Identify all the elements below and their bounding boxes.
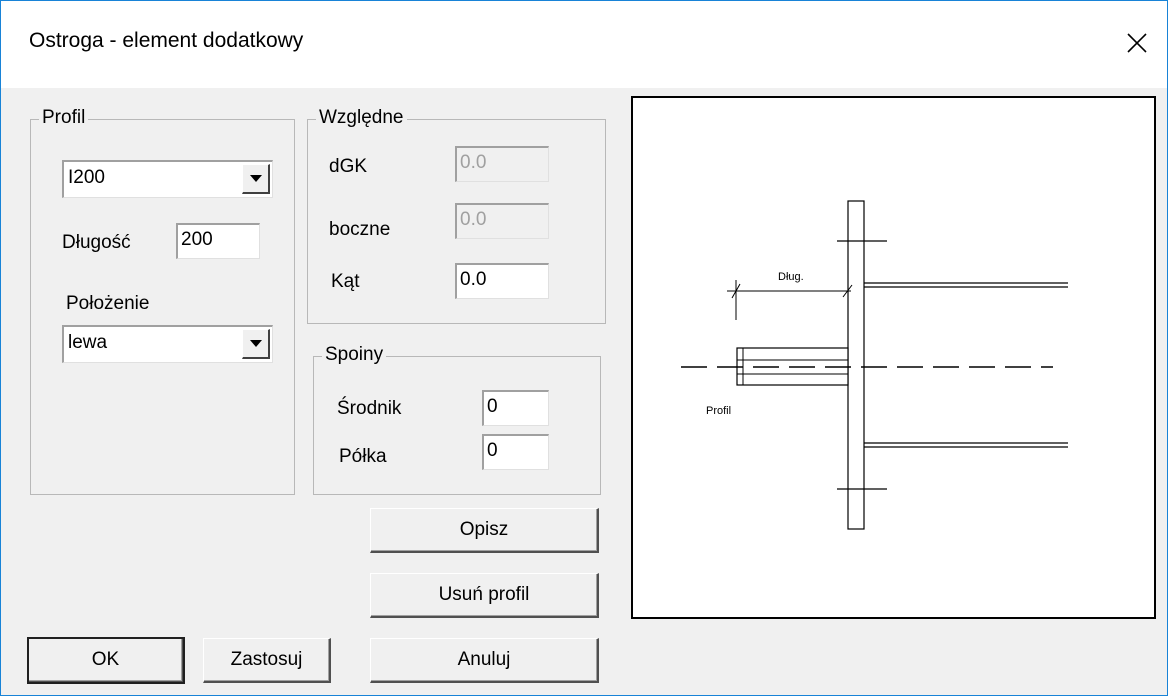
column-plate [847, 200, 865, 530]
dgk-input: 0.0 [455, 146, 549, 182]
kat-input[interactable]: 0.0 [455, 263, 549, 299]
title-bar: Ostroga - element dodatkowy [1, 1, 1167, 88]
position-select[interactable]: lewa [62, 325, 273, 363]
profile-label: Profil [706, 405, 731, 417]
srodnik-input[interactable]: 0 [482, 390, 549, 426]
preview-canvas: Dług. Profil [631, 96, 1156, 619]
position-label: Położenie [66, 293, 150, 314]
profil-group-label: Profil [39, 107, 89, 129]
dim-label: Dług. [778, 271, 804, 283]
close-button[interactable] [1107, 21, 1167, 65]
length-input[interactable]: 200 [176, 223, 260, 259]
position-dropdown-button[interactable] [242, 329, 270, 359]
wzgledne-group-label: Względne [316, 107, 407, 129]
boczne-label: boczne [329, 219, 391, 240]
cancel-button[interactable]: Anuluj [370, 638, 599, 683]
boczne-input: 0.0 [455, 203, 549, 239]
apply-button[interactable]: Zastosuj [203, 638, 331, 683]
chevron-down-icon [249, 340, 262, 347]
srodnik-label: Środnik [337, 398, 402, 419]
close-icon [1127, 33, 1147, 53]
dgk-label: dGK [329, 156, 368, 177]
position-select-value: lewa [68, 332, 108, 353]
profile-select[interactable]: I200 [62, 160, 273, 198]
spoiny-group: Spoiny [313, 344, 601, 495]
polka-input[interactable]: 0 [482, 434, 549, 470]
kat-label: Kąt [331, 271, 360, 292]
spoiny-group-label: Spoiny [322, 344, 387, 366]
remove-profile-button[interactable]: Usuń profil [370, 573, 599, 618]
chevron-down-icon [249, 175, 262, 182]
profile-dropdown-button[interactable] [242, 164, 270, 194]
profile-select-value: I200 [68, 167, 105, 188]
ok-button[interactable]: OK [27, 637, 185, 684]
dialog-window: Ostroga - element dodatkowy Profil I200 … [0, 0, 1168, 696]
polka-label: Półka [339, 446, 387, 467]
window-title: Ostroga - element dodatkowy [29, 29, 304, 52]
length-label: Długość [62, 232, 131, 253]
opisz-button[interactable]: Opisz [370, 508, 599, 553]
profile-drawing: Dług. Profil [681, 200, 1068, 530]
